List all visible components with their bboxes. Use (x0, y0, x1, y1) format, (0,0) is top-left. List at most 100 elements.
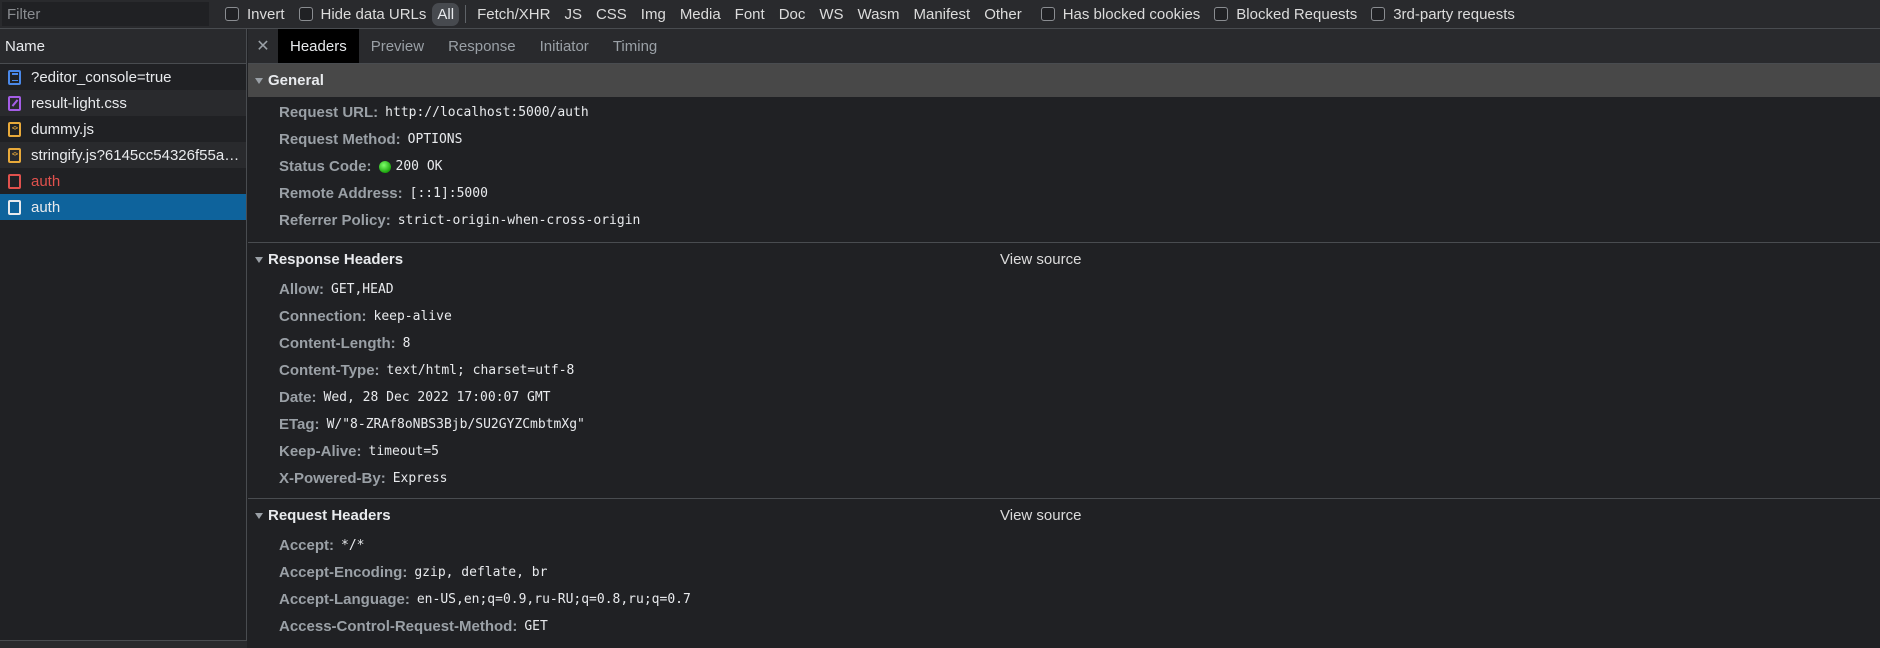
has-blocked-cookies-checkbox[interactable]: Has blocked cookies (1040, 5, 1201, 23)
request-details-panel: ✕ Headers Preview Response Initiator Tim… (248, 29, 1880, 648)
header-key: Accept-Encoding: (279, 564, 408, 581)
tab-initiator[interactable]: Initiator (528, 29, 601, 63)
header-key: Request Method: (279, 131, 401, 148)
checkbox-box[interactable] (1040, 7, 1055, 21)
header-value: 200 OK (395, 159, 443, 174)
request-row[interactable]: stringify.js?6145cc54326f55ae... (0, 142, 246, 168)
checkbox-box[interactable] (1214, 7, 1229, 21)
header-row: Accept: */* (248, 532, 1880, 559)
type-filter-fetch-xhr[interactable]: Fetch/XHR (472, 3, 555, 26)
request-row[interactable]: ?editor_console=true (0, 64, 246, 90)
header-key: ETag: (279, 416, 320, 433)
type-filter-wasm[interactable]: Wasm (853, 3, 905, 26)
toolbar-divider (465, 5, 467, 23)
third-party-requests-label: 3rd-party requests (1393, 5, 1515, 23)
request-name: auth (31, 172, 61, 190)
request-icon (8, 173, 21, 189)
tab-response[interactable]: Response (436, 29, 528, 63)
type-filter-font[interactable]: Font (730, 3, 770, 26)
header-row: Request Method: OPTIONS (248, 126, 1880, 153)
document-icon (8, 69, 21, 85)
close-icon[interactable]: ✕ (248, 29, 278, 63)
script-icon (8, 147, 21, 163)
type-filter-media[interactable]: Media (675, 3, 726, 26)
header-value: en-US,en;q=0.9,ru-RU;q=0.8,ru;q=0.7 (416, 592, 691, 607)
type-filter-ws[interactable]: WS (814, 3, 848, 26)
header-row: Referrer Policy: strict-origin-when-cros… (248, 207, 1880, 234)
header-key: Remote Address: (279, 185, 403, 202)
header-value: GET,HEAD (331, 282, 394, 297)
request-row-selected[interactable]: auth (0, 194, 246, 220)
request-view-source-link[interactable]: View source (1000, 507, 1081, 524)
header-row: Content-Type: text/html; charset=utf-8 (248, 357, 1880, 384)
has-blocked-cookies-label: Has blocked cookies (1062, 5, 1201, 23)
header-row: Date: Wed, 28 Dec 2022 17:00:07 GMT (248, 384, 1880, 411)
header-key: X-Powered-By: (279, 470, 386, 487)
header-key: Request URL: (279, 104, 379, 121)
stylesheet-icon (8, 95, 21, 111)
type-filter-js[interactable]: JS (559, 3, 587, 26)
request-headers-toggle[interactable]: Request Headers View source (248, 499, 1880, 532)
triangle-down-icon (255, 512, 263, 519)
response-view-source-link[interactable]: View source (1000, 251, 1081, 268)
request-row[interactable]: dummy.js (0, 116, 246, 142)
type-filter-doc[interactable]: Doc (774, 3, 811, 26)
third-party-requests-checkbox[interactable]: 3rd-party requests (1371, 6, 1515, 23)
header-value: Express (392, 471, 448, 486)
header-key: Access-Control-Request-Method: (279, 618, 518, 635)
blocked-requests-checkbox[interactable]: Blocked Requests (1214, 6, 1357, 23)
response-headers-toggle[interactable]: Response Headers View source (248, 243, 1880, 276)
response-headers-section: Response Headers View source Allow: GET,… (248, 243, 1880, 499)
general-section: General Request URL: http://localhost:50… (248, 64, 1880, 243)
header-row: Keep-Alive: timeout=5 (248, 438, 1880, 465)
header-key: Accept-Language: (279, 591, 410, 608)
header-row: X-Powered-By: Express (248, 465, 1880, 492)
invert-label: Invert (247, 5, 285, 23)
invert-checkbox[interactable]: Invert (225, 6, 285, 23)
header-row: Content-Length: 8 (248, 330, 1880, 357)
header-key: Date: (279, 389, 317, 406)
type-filter-other[interactable]: Other (979, 3, 1027, 26)
request-row[interactable]: result-light.css (0, 90, 246, 116)
name-column-label: Name (5, 37, 46, 55)
type-filter-all[interactable]: All (432, 2, 460, 26)
script-icon (8, 121, 21, 137)
header-value: gzip, deflate, br (414, 565, 548, 580)
header-row: ETag: W/"8-ZRAf8oNBS3Bjb/SU2GYZCmbtmXg" (248, 411, 1880, 438)
type-filter-manifest[interactable]: Manifest (909, 3, 976, 26)
filter-input[interactable] (2, 2, 209, 26)
general-section-title: General (268, 72, 324, 89)
header-key: Connection: (279, 308, 367, 325)
header-value: GET (524, 619, 548, 634)
tab-preview[interactable]: Preview (359, 29, 436, 63)
checkbox-box[interactable] (298, 7, 313, 21)
request-headers-title: Request Headers (268, 507, 391, 524)
tab-headers[interactable]: Headers (278, 29, 359, 63)
response-headers-title: Response Headers (268, 251, 404, 268)
request-name: auth (31, 198, 61, 216)
header-value: timeout=5 (368, 444, 439, 459)
header-value: 8 (402, 336, 411, 351)
header-key: Keep-Alive: (279, 443, 362, 460)
header-value: */* (341, 538, 365, 553)
header-key: Content-Type: (279, 362, 380, 379)
header-value: keep-alive (373, 309, 452, 324)
type-filter-img[interactable]: Img (636, 3, 671, 26)
tab-timing[interactable]: Timing (601, 29, 669, 63)
request-row-error[interactable]: auth (0, 168, 246, 194)
type-filter-css[interactable]: CSS (591, 3, 632, 26)
request-headers-section: Request Headers View source Accept: */* … (248, 499, 1880, 646)
header-key: Referrer Policy: (279, 212, 391, 229)
header-row: Status Code: 200 OK (248, 153, 1880, 180)
header-row: Accept-Language: en-US,en;q=0.9,ru-RU;q=… (248, 586, 1880, 613)
status-ok-icon (378, 160, 391, 173)
hide-data-urls-checkbox[interactable]: Hide data URLs (298, 6, 426, 23)
header-key: Accept: (279, 537, 335, 554)
general-section-toggle[interactable]: General (248, 64, 1880, 97)
name-column-header[interactable]: Name (0, 29, 246, 64)
header-row: Accept-Encoding: gzip, deflate, br (248, 559, 1880, 586)
details-tabbar: ✕ Headers Preview Response Initiator Tim… (248, 29, 1880, 64)
checkbox-box[interactable] (225, 7, 239, 21)
checkbox-box[interactable] (1371, 7, 1386, 21)
request-list-panel: Name ?editor_console=true result-light.c… (0, 29, 247, 648)
